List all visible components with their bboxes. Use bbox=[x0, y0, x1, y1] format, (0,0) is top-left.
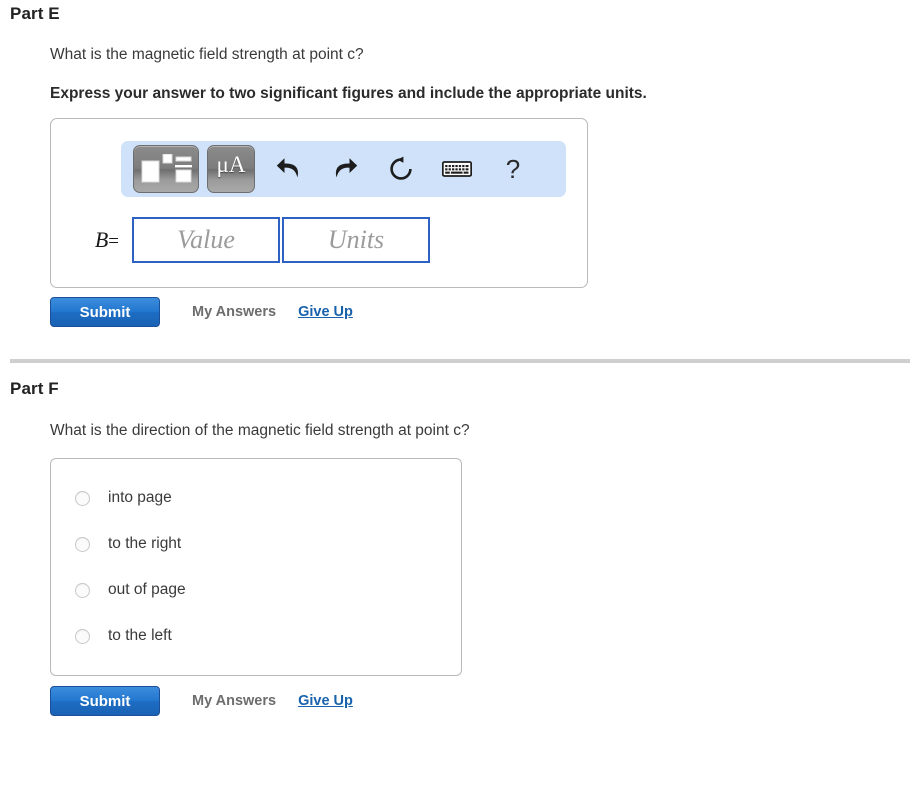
part-f-my-answers-link[interactable]: My Answers bbox=[192, 693, 276, 709]
units-icon-label: μA bbox=[216, 151, 246, 177]
variable-label: B= bbox=[71, 227, 119, 253]
choice-option[interactable]: into page bbox=[51, 475, 461, 521]
radio-button-icon[interactable] bbox=[75, 490, 90, 506]
radio-button-icon[interactable] bbox=[75, 536, 90, 552]
part-f-title: Part F bbox=[10, 379, 59, 398]
part-e-answer-box: μA ? B= Value Units bbox=[50, 118, 588, 288]
choice-option[interactable]: out of page bbox=[51, 567, 461, 613]
value-input[interactable]: Value bbox=[132, 217, 280, 263]
equals-sign: = bbox=[108, 231, 119, 252]
choice-label: out of page bbox=[108, 581, 186, 598]
units-placeholder: Units bbox=[327, 225, 385, 254]
radio-button-icon[interactable] bbox=[75, 628, 90, 644]
part-e-title: Part E bbox=[10, 4, 60, 23]
part-e-my-answers-link[interactable]: My Answers bbox=[192, 304, 276, 320]
variable-symbol: B bbox=[94, 227, 109, 252]
undo-arrow-icon[interactable] bbox=[267, 147, 311, 191]
units-input[interactable]: Units bbox=[282, 217, 430, 263]
answer-entry-row: B= Value Units bbox=[51, 217, 430, 263]
radio-button-icon[interactable] bbox=[75, 582, 90, 598]
part-e-question: What is the magnetic field strength at p… bbox=[50, 46, 364, 63]
part-e-submit-button[interactable]: Submit bbox=[50, 297, 160, 327]
choice-label: into page bbox=[108, 489, 172, 506]
choice-option[interactable]: to the right bbox=[51, 521, 461, 567]
units-micro-amp-icon[interactable]: μA bbox=[207, 145, 255, 193]
reset-circular-arrow-icon[interactable] bbox=[379, 147, 423, 191]
choice-label: to the left bbox=[108, 627, 172, 644]
keyboard-icon[interactable] bbox=[435, 147, 479, 191]
math-template-icon[interactable] bbox=[133, 145, 199, 193]
part-e-instruction: Express your answer to two significant f… bbox=[50, 85, 647, 102]
help-icon-label: ? bbox=[505, 154, 521, 184]
redo-arrow-icon[interactable] bbox=[323, 147, 367, 191]
math-toolbar: μA ? bbox=[121, 141, 566, 197]
choice-label: to the right bbox=[108, 535, 182, 552]
help-icon[interactable]: ? bbox=[491, 147, 535, 191]
section-divider bbox=[10, 359, 910, 363]
part-e-action-row: Submit My Answers Give Up bbox=[50, 297, 353, 327]
part-f-question: What is the direction of the magnetic fi… bbox=[50, 422, 470, 439]
choice-option[interactable]: to the left bbox=[51, 613, 461, 659]
part-e-give-up-link[interactable]: Give Up bbox=[298, 304, 353, 320]
part-f-action-row: Submit My Answers Give Up bbox=[50, 686, 353, 716]
part-f-choices-box: into page to the right out of page to th… bbox=[50, 458, 462, 676]
part-f-give-up-link[interactable]: Give Up bbox=[298, 693, 353, 709]
part-f-submit-button[interactable]: Submit bbox=[50, 686, 160, 716]
value-placeholder: Value bbox=[177, 225, 235, 254]
